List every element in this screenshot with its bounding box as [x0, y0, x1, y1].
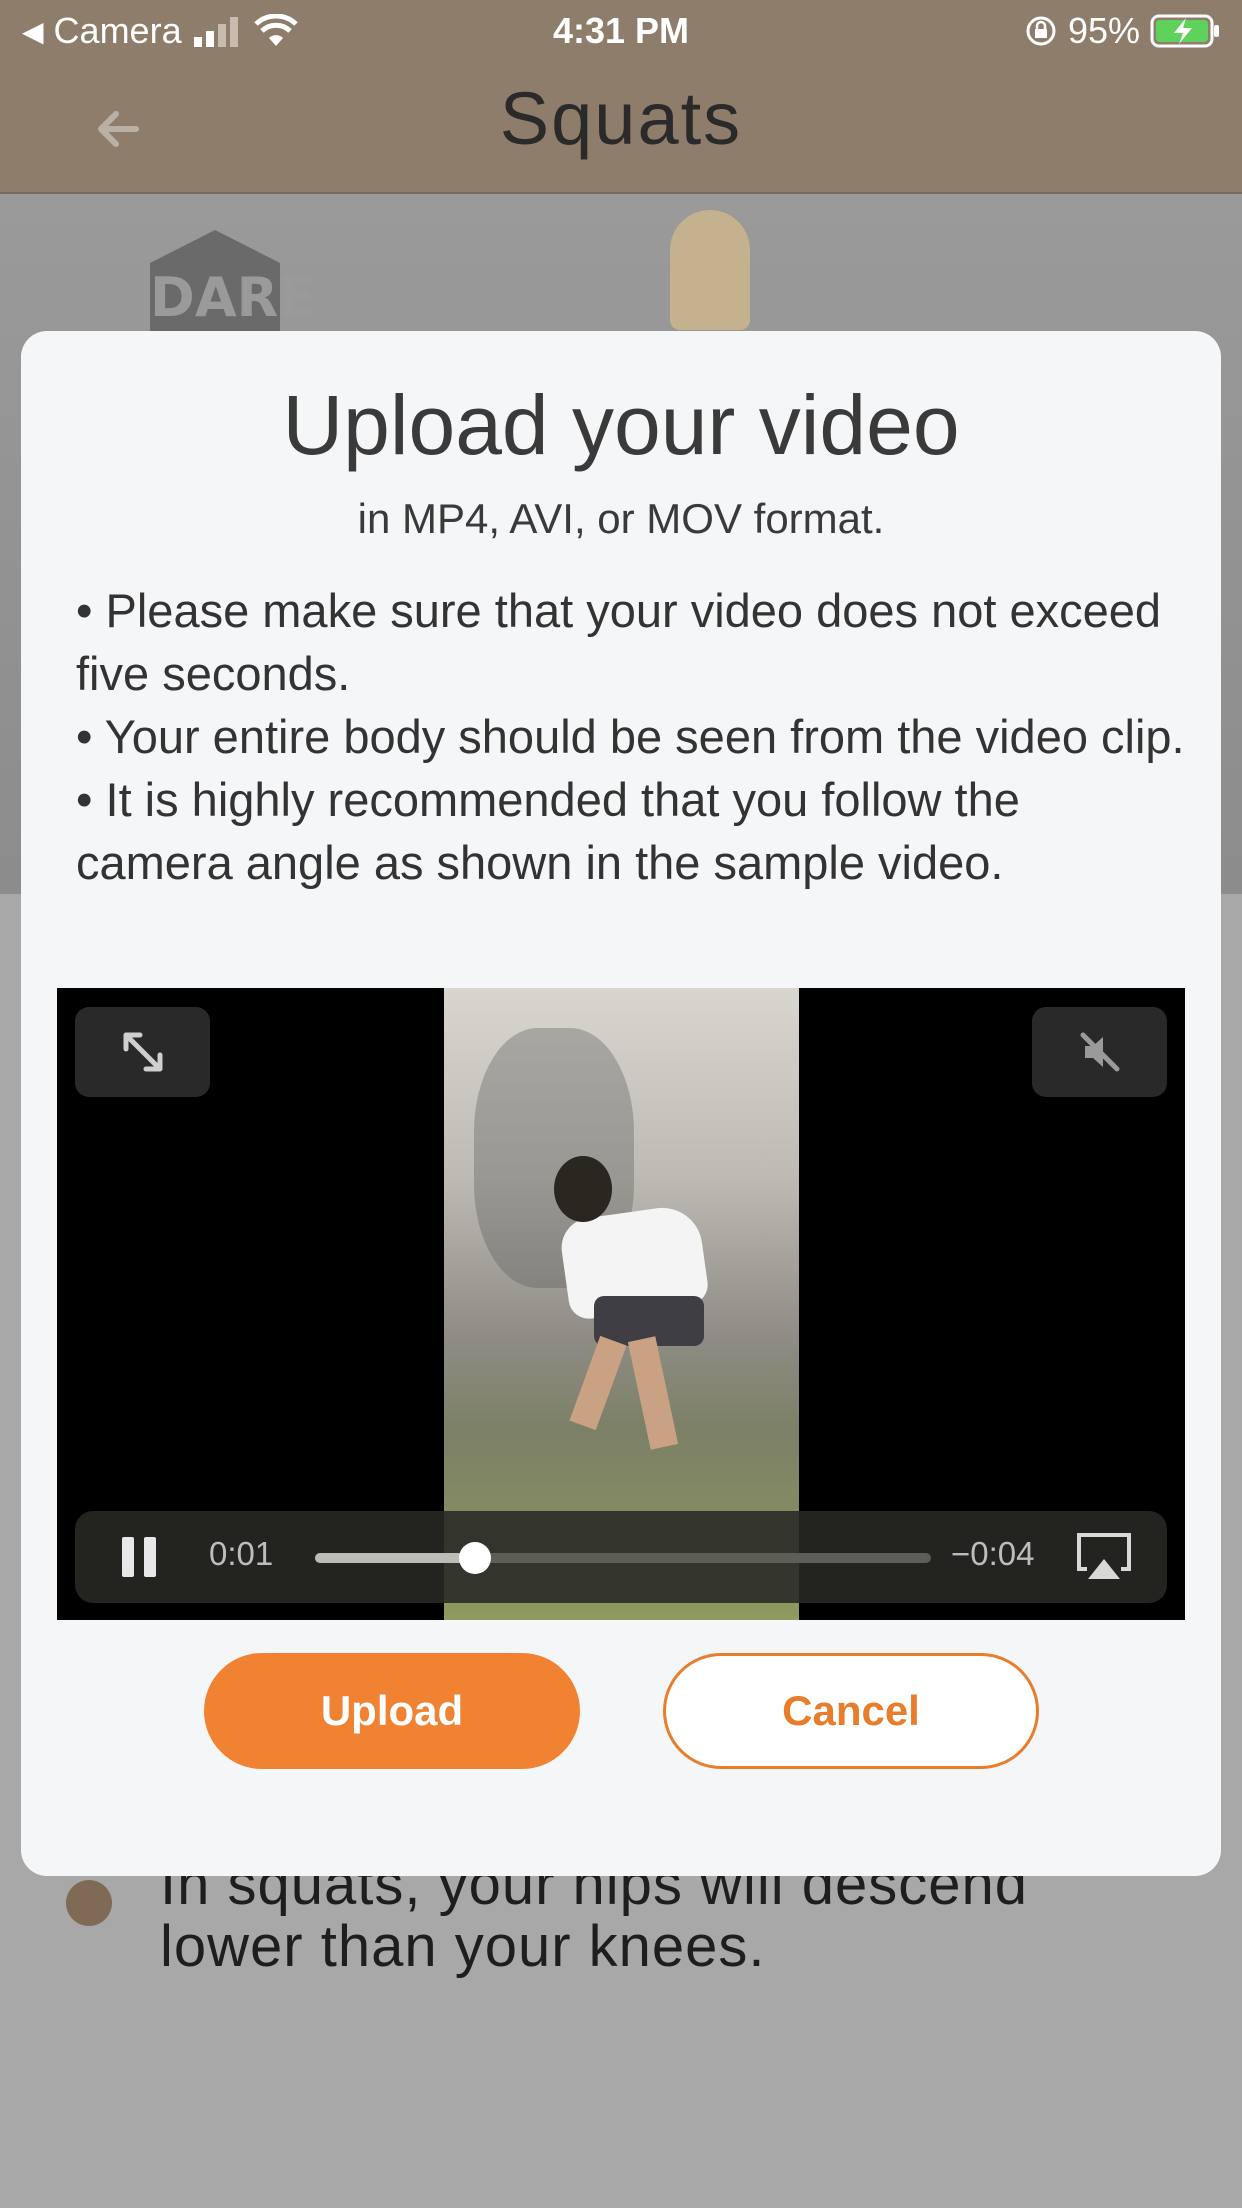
playback-controls: 0:01 −0:04	[75, 1511, 1167, 1603]
scrubber-handle[interactable]	[459, 1542, 492, 1574]
speaker-muted-icon	[1080, 1032, 1119, 1072]
demo-person-image	[670, 210, 750, 330]
person-head	[554, 1156, 612, 1222]
time-remaining: −0:04	[951, 1535, 1035, 1572]
instruction-item: • It is highly recommended that you foll…	[76, 773, 1020, 889]
instruction-item: • Please make sure that your video does …	[76, 584, 1162, 700]
app-header: Squats	[0, 64, 1242, 194]
dialog-subtitle: in MP4, AVI, or MOV format.	[357, 495, 885, 542]
dare-logo-text: DARE	[150, 266, 316, 329]
bullet-dot	[66, 1880, 112, 1926]
dialog-title: Upload your video	[282, 378, 960, 472]
orientation-lock-icon	[1026, 16, 1056, 46]
page-title: Squats	[499, 77, 743, 160]
person-leg	[627, 1336, 679, 1450]
instructions-list: • Please make sure that your video does …	[76, 579, 1186, 894]
status-bar: ◀ Camera 4:31 PM 95%	[0, 0, 1242, 64]
mute-button[interactable]	[1032, 1007, 1167, 1097]
pause-icon-bar	[144, 1537, 156, 1577]
battery-percent: 95%	[1067, 10, 1140, 51]
cancel-button[interactable]: Cancel	[663, 1653, 1039, 1769]
person-leg	[569, 1335, 627, 1431]
scrubber-track[interactable]	[315, 1542, 931, 1574]
battery-charging-icon	[1150, 14, 1219, 48]
time-elapsed: 0:01	[209, 1535, 274, 1572]
fullscreen-button[interactable]	[75, 1007, 210, 1097]
instruction-item: • Your entire body should be seen from t…	[76, 710, 1185, 763]
expand-icon	[123, 1032, 162, 1072]
airplay-icon[interactable]	[1075, 1529, 1133, 1585]
pause-button[interactable]	[115, 1533, 163, 1581]
upload-video-dialog: Upload your video in MP4, AVI, or MOV fo…	[21, 331, 1221, 1876]
video-player[interactable]: 0:01 −0:04	[57, 988, 1185, 1620]
scrubber-progress	[315, 1553, 476, 1563]
upload-button[interactable]: Upload	[204, 1653, 580, 1769]
pause-icon-bar	[122, 1537, 134, 1577]
